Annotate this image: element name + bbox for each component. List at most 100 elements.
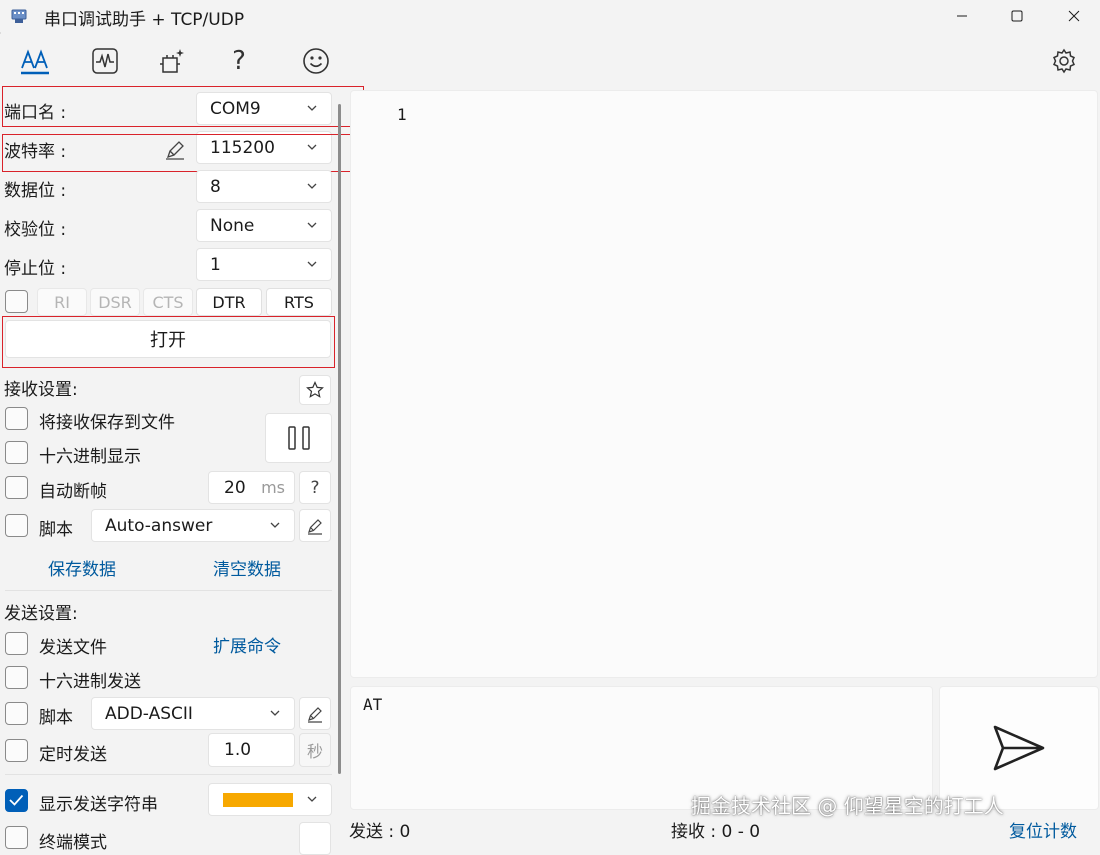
chevron-down-icon [307,796,317,802]
auto-frame-checkbox[interactable] [5,476,28,499]
data-bits-label: 数据位 : [4,181,67,201]
parity-select[interactable]: None [196,209,332,242]
help-button[interactable]: ? [222,44,256,78]
send-file-label: 发送文件 [39,638,107,658]
signal-cts: CTS [143,288,193,316]
title-bar: 串口调试助手 + TCP/UDP [0,0,1100,32]
minimize-icon [957,15,967,17]
show-send-string-checkbox[interactable] [5,789,28,812]
send-script-value: ADD-ASCII [105,703,193,724]
watermark: 掘金技术社区 @ 仰望星空的打工人 [691,794,1004,818]
dtr-button[interactable]: DTR [196,288,262,316]
frame-timeout-value: 20 [224,477,246,498]
receive-settings-header: 接收设置: [4,380,78,400]
parity-label: 校验位 : [4,220,67,240]
section-divider [5,774,332,775]
waveform-button[interactable] [88,44,122,78]
timed-send-label: 定时发送 [39,745,107,765]
clear-data-link[interactable]: 清空数据 [213,555,281,580]
flow-control-checkbox[interactable] [5,290,28,313]
parity-value: None [210,215,255,236]
check-icon [9,794,24,806]
send-icon [993,725,1045,771]
received-count: 接收 : 0 - 0 [671,822,761,842]
extend-command-link[interactable]: 扩展命令 [213,632,281,657]
chevron-down-icon [270,710,280,716]
maximize-icon [1011,10,1023,22]
send-settings-header: 发送设置: [4,604,78,624]
waveform-icon [92,48,118,74]
hex-display-checkbox[interactable] [5,441,28,464]
section-divider [5,590,332,591]
edit-send-script-button[interactable] [299,697,331,730]
edit-receive-script-button[interactable] [299,509,331,542]
plugin-button[interactable] [155,44,189,78]
frame-timeout-unit: ms [261,478,285,497]
stop-bits-value: 1 [210,254,221,275]
close-icon [1068,10,1080,22]
data-bits-value: 8 [210,176,221,197]
chevron-down-icon [307,222,317,228]
highlight-box-port [2,86,364,127]
receive-content: 1 [397,105,407,124]
rts-button[interactable]: RTS [266,288,332,316]
feedback-button[interactable] [299,44,333,78]
hex-send-checkbox[interactable] [5,666,28,689]
auto-frame-label: 自动断帧 [39,482,107,502]
reset-count-link[interactable]: 复位计数 [1009,817,1077,842]
save-data-link[interactable]: 保存数据 [48,555,116,580]
send-interval-value: 1.0 [224,740,252,760]
smiley-icon [303,48,329,74]
favorite-button[interactable] [299,375,331,405]
text-style-icon [21,49,49,75]
timed-send-checkbox[interactable] [5,739,28,762]
receive-script-label: 脚本 [39,520,73,540]
receive-script-checkbox[interactable] [5,514,28,537]
terminal-mode-checkbox[interactable] [5,826,28,849]
signal-dsr: DSR [90,288,140,316]
hex-display-label: 十六进制显示 [39,447,141,467]
highlight-box-open [2,316,335,368]
receive-script-value: Auto-answer [105,515,213,536]
edit-terminal-button[interactable] [299,822,331,855]
send-interval-input[interactable]: 1.0 [208,733,295,767]
maximize-button[interactable] [993,0,1041,32]
star-icon [306,381,324,398]
serial-port-icon [11,9,27,23]
chevron-down-icon [307,183,317,189]
send-file-checkbox[interactable] [5,632,28,655]
send-script-checkbox[interactable] [5,702,28,725]
chevron-down-icon [307,261,317,267]
save-to-file-checkbox[interactable] [5,407,28,430]
text-style-button[interactable] [18,44,52,78]
gear-icon [1053,48,1075,74]
send-color-select[interactable] [208,783,332,816]
left-panel-scrollbar[interactable] [338,104,341,774]
signal-ri: RI [37,288,87,316]
stop-bits-label: 停止位 : [4,259,67,279]
frame-timeout-input[interactable]: 20 ms [208,471,295,504]
edit-icon [308,706,322,723]
window-title: 串口调试助手 + TCP/UDP [44,10,245,30]
data-bits-select[interactable]: 8 [196,170,332,203]
close-button[interactable] [1050,0,1098,32]
hex-send-label: 十六进制发送 [39,672,141,692]
receive-display[interactable]: 1 [350,90,1098,678]
save-to-file-label: 将接收保存到文件 [39,413,175,433]
frame-help-button[interactable]: ? [299,471,331,504]
chevron-down-icon [270,522,280,528]
receive-script-select[interactable]: Auto-answer [91,509,295,542]
send-script-select[interactable]: ADD-ASCII [91,697,295,730]
sparkle-plugin-icon [160,49,184,73]
settings-button[interactable] [1047,44,1081,78]
stop-bits-select[interactable]: 1 [196,248,332,281]
send-script-label: 脚本 [39,708,73,728]
pause-button[interactable] [265,413,332,463]
edit-icon [308,518,322,535]
show-send-string-label: 显示发送字符串 [39,795,158,815]
sent-count: 发送 : 0 [349,822,411,842]
send-content: AT [363,695,383,714]
highlight-box-baud [2,134,371,172]
minimize-button[interactable] [938,0,986,32]
send-interval-unit: 秒 [299,733,331,767]
